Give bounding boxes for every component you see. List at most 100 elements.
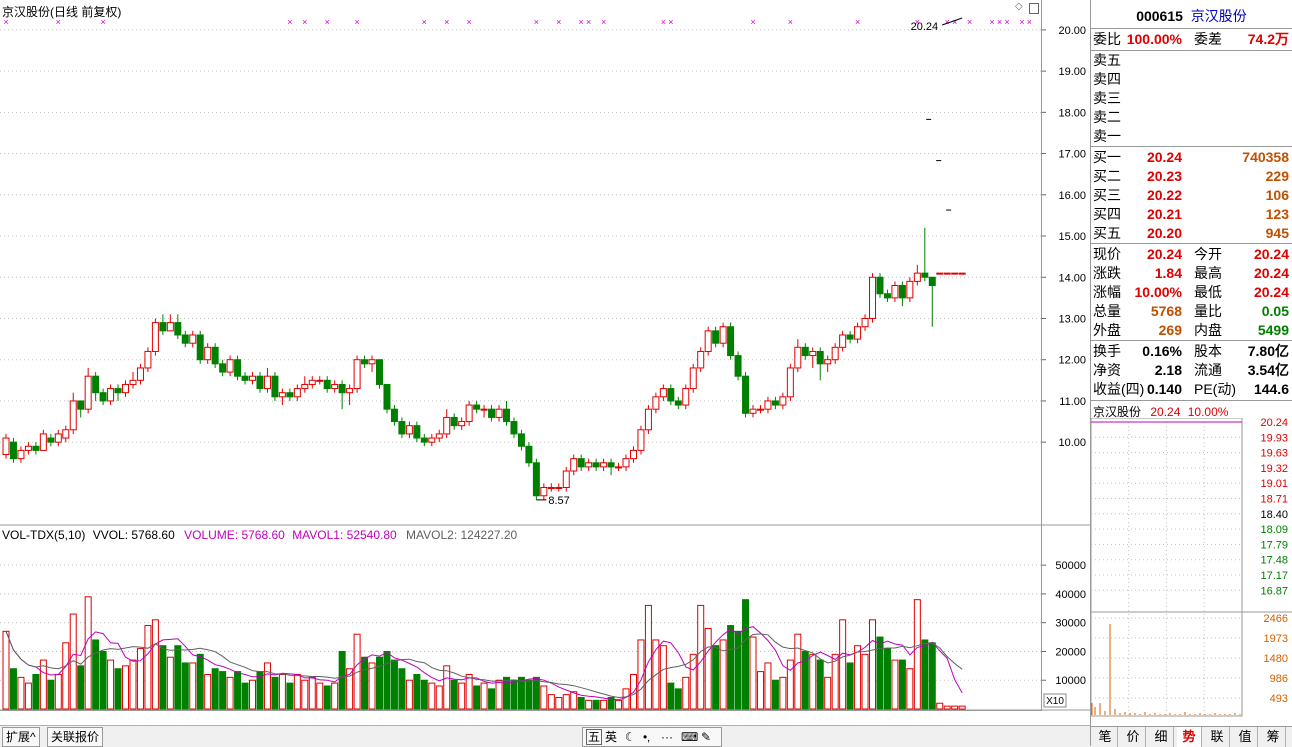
bid-label: 买一 — [1093, 149, 1121, 165]
volume-bar — [928, 642, 936, 710]
volume-bar — [712, 645, 720, 710]
volume-bar — [667, 682, 675, 710]
volume-bar — [697, 604, 705, 710]
intraday-chart[interactable]: 20.24 19.93 19.63 19.32 19.01 18.71 18.40 18.09… — [1091, 418, 1292, 725]
candle-body — [69, 400, 77, 431]
candle-body — [92, 375, 100, 394]
candle-body — [794, 346, 802, 369]
volume-bar — [577, 696, 585, 710]
panel-tab[interactable]: 势 — [1177, 727, 1202, 747]
candle-body — [308, 379, 316, 385]
volume-bar — [435, 685, 443, 710]
volume-bar — [166, 656, 174, 710]
signal-marker: × — [788, 17, 793, 27]
ime-wubi-icon[interactable]: 五 — [586, 729, 603, 745]
candle-body — [383, 383, 391, 410]
intraday-price-label: 18.09 — [1260, 524, 1288, 536]
volume-bar — [779, 676, 787, 710]
volume-bar — [958, 705, 966, 710]
panel-tab[interactable]: 筹 — [1261, 727, 1286, 747]
candle-body — [719, 326, 727, 344]
bid-row: 买四 20.21 123 — [1091, 205, 1292, 224]
signal-marker: × — [354, 17, 359, 27]
intraday-price-label: 19.63 — [1260, 448, 1288, 460]
candle-body — [756, 408, 764, 411]
volume-bar — [786, 659, 794, 710]
dot-punctuation-icon[interactable]: •‚ — [643, 728, 650, 746]
keyboard-icon[interactable]: ⌨ — [681, 728, 698, 746]
volume-bar — [9, 668, 17, 710]
volume-bar — [585, 699, 593, 710]
candle-body — [577, 458, 585, 468]
candle-body — [114, 388, 122, 394]
bid-volume: 123 — [1265, 206, 1289, 222]
panel-tab[interactable]: 值 — [1233, 727, 1258, 747]
panel-tab[interactable]: 笔 — [1093, 727, 1118, 747]
related-quote-tab[interactable]: 关联报价 — [47, 727, 104, 747]
volume-bar — [107, 659, 115, 710]
stat-value: 1.84 — [1154, 265, 1182, 281]
volume-bar — [92, 639, 100, 710]
panel-tab[interactable]: 价 — [1121, 727, 1146, 747]
volume-bar — [749, 636, 757, 710]
price-tick-label: 10.00 — [1058, 437, 1086, 449]
candle-body — [278, 392, 286, 398]
stat-value: 20.24 — [1253, 284, 1289, 300]
volume-bar — [682, 676, 690, 710]
kline-chart-area[interactable]: 京汉股份(日线 前复权) ◇ × × × × × × × × × × × × × × × × × × × × × × × × ×… — [0, 0, 1042, 711]
price-tick-label: 18.00 — [1058, 107, 1086, 119]
candle-body — [502, 408, 510, 423]
bid-price: 20.24 — [1146, 149, 1182, 165]
order-diff-value: 74.2万 — [1247, 31, 1289, 47]
expand-tab[interactable]: 扩展^ — [2, 727, 40, 747]
volume-tick-label: 30000 — [1055, 618, 1086, 630]
candle-body — [54, 433, 62, 443]
signal-marker: × — [1019, 17, 1024, 27]
candle-body — [816, 350, 824, 365]
candle-body — [786, 367, 794, 398]
candle-body — [495, 408, 503, 418]
candle-body — [704, 330, 712, 352]
ime-english-toggle[interactable]: 英 — [605, 728, 617, 746]
volume-bar — [704, 627, 712, 710]
candle-body — [883, 293, 891, 299]
volume-bar — [570, 691, 578, 710]
volume-bar — [2, 630, 10, 710]
fin-value: 2.18 — [1154, 362, 1182, 378]
candle-body — [764, 400, 772, 410]
price-tick-label: 20.00 — [1058, 25, 1086, 37]
stat-row: 总量 5768 量比 0.05 — [1091, 302, 1292, 321]
intraday-price-label: 17.79 — [1260, 539, 1288, 551]
candle-body — [958, 272, 966, 275]
volume-bar — [801, 650, 809, 710]
ime-toolbar[interactable]: 五 英 ☾ •‚ ··· ⌨ ✎ — [582, 727, 722, 747]
fin-label: 收益(四) — [1093, 381, 1145, 397]
volume-bar — [906, 668, 914, 710]
bid-volume: 945 — [1265, 225, 1289, 241]
volume-bar — [450, 679, 458, 710]
moon-icon[interactable]: ☾ — [625, 728, 636, 746]
volume-bar — [99, 650, 107, 710]
axis-svg: 20.00 19.00 18.00 17.00 16.00 15.00 14.00 13.00… — [1042, 25, 1090, 725]
intraday-vol-label: 1973 — [1264, 633, 1288, 645]
volume-tick-label: 20000 — [1055, 646, 1086, 658]
signal-marker: × — [967, 17, 972, 27]
ellipsis-icon[interactable]: ··· — [661, 728, 673, 746]
signal-marker: × — [100, 17, 105, 27]
candle-body — [39, 433, 47, 451]
candle-body — [204, 346, 212, 361]
volume-bar — [241, 682, 249, 710]
panel-tab[interactable]: 联 — [1205, 727, 1230, 747]
candle-body — [532, 462, 540, 497]
wrench-icon[interactable]: ✎ — [701, 728, 711, 746]
candle-body — [570, 458, 578, 472]
candle-body — [913, 272, 921, 282]
stat-label: 最高 — [1194, 265, 1222, 281]
volume-bar — [898, 659, 906, 710]
candle-body — [615, 466, 623, 469]
candle-body — [271, 375, 279, 398]
volume-bar — [189, 662, 197, 710]
panel-tab[interactable]: 细 — [1149, 727, 1174, 747]
volume-bar — [839, 619, 847, 710]
volume-bar — [234, 671, 242, 710]
